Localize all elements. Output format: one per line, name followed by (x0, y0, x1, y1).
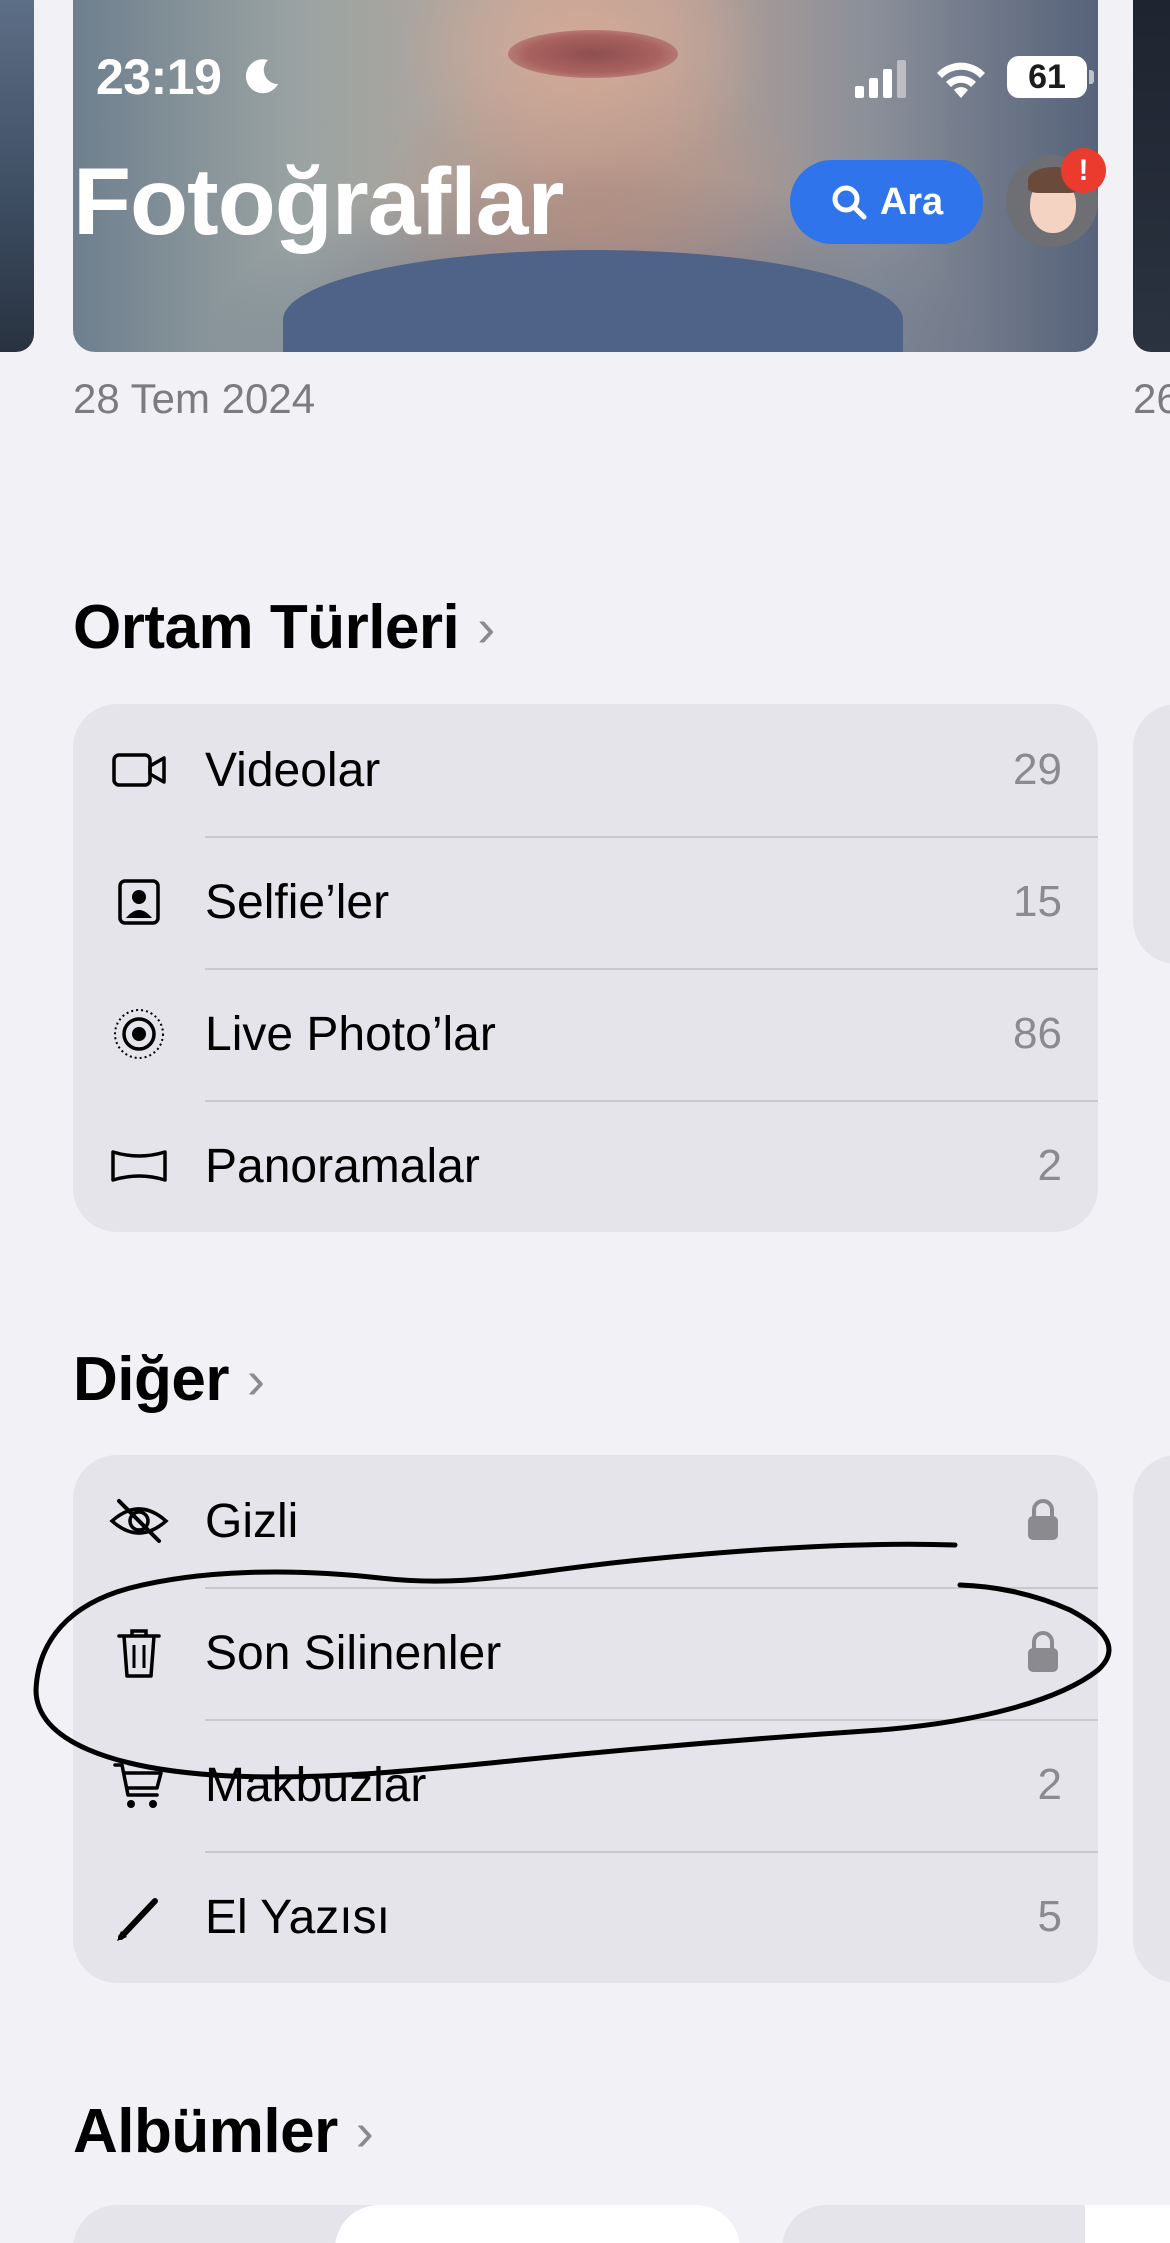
alert-badge: ! (1061, 148, 1106, 193)
list-item-label: Makbuzlar (205, 1758, 427, 1812)
list-item-label: Panoramalar (205, 1139, 480, 1193)
list-item-live-photos[interactable]: Live Photo’lar 86 (73, 968, 1098, 1100)
battery-level: 61 (1007, 56, 1087, 98)
list-item-panoramas[interactable]: Panoramalar 2 (73, 1100, 1098, 1232)
live-photo-icon (73, 968, 205, 1100)
list-item-label: Selfie’ler (205, 875, 390, 929)
other-list: Gizli Son Silinenler Makbuzlar 2 El Yazı… (73, 1455, 1098, 1983)
album-tile-cover (1085, 2205, 1170, 2243)
list-item-count: 29 (1013, 745, 1062, 794)
lock-icon (1026, 1497, 1098, 1546)
search-button[interactable]: Ara (790, 160, 983, 244)
list-item-label: Videolar (205, 743, 381, 797)
featured-date: 28 Tem 2024 (73, 375, 316, 422)
battery-icon: 61 (1007, 56, 1094, 98)
previous-photo-peek[interactable] (0, 0, 34, 352)
section-albums[interactable]: Albümler › (73, 2096, 374, 2167)
list-item-count: 2 (1037, 1760, 1062, 1809)
section-title: Diğer (73, 1345, 229, 1414)
list-item-handwriting[interactable]: El Yazısı 5 (73, 1851, 1098, 1983)
chevron-right-icon: › (355, 2101, 374, 2162)
list-item-videos[interactable]: Videolar 29 (73, 704, 1098, 836)
media-types-list: Videolar 29 Selfie’ler 15 Live Photo’lar… (73, 704, 1098, 1232)
search-icon (832, 185, 867, 220)
status-time: 23:19 (96, 49, 222, 105)
list-item-hidden[interactable]: Gizli (73, 1455, 1098, 1587)
photo-detail (508, 30, 678, 78)
section-media-types[interactable]: Ortam Türleri › (73, 592, 495, 663)
moon-icon (245, 59, 278, 94)
list-item-selfies[interactable]: Selfie’ler 15 (73, 836, 1098, 968)
list-item-receipts[interactable]: Makbuzlar 2 (73, 1719, 1098, 1851)
chevron-right-icon: › (477, 597, 495, 658)
battery-nub (1089, 70, 1094, 84)
search-button-label: Ara (879, 180, 944, 223)
list-item-label: Gizli (205, 1494, 299, 1548)
cellular-signal-icon (855, 60, 906, 98)
next-date-peek: 26 (1133, 375, 1170, 422)
page-title: Fotoğraflar (73, 149, 564, 255)
list-item-count: 5 (1037, 1892, 1062, 1941)
wifi-icon (937, 62, 985, 98)
section-title: Albümler (73, 2097, 338, 2166)
next-card-peek[interactable] (1133, 704, 1170, 964)
next-card-peek[interactable] (1133, 1455, 1170, 1983)
list-item-label: Son Silinenler (205, 1626, 502, 1680)
list-item-count: 2 (1037, 1141, 1062, 1190)
section-title: Ortam Türleri (73, 593, 460, 662)
cart-icon (73, 1719, 205, 1851)
album-tile-cover (335, 2205, 740, 2243)
lock-icon (1026, 1629, 1098, 1678)
video-camera-icon (73, 704, 205, 836)
selfie-portrait-icon (73, 836, 205, 968)
chevron-right-icon: › (246, 1349, 265, 1410)
list-item-recently-deleted[interactable]: Son Silinenler (73, 1587, 1098, 1719)
section-other[interactable]: Diğer › (73, 1344, 265, 1415)
list-item-count: 86 (1013, 1009, 1062, 1058)
pencil-icon (73, 1851, 205, 1983)
list-item-label: Live Photo’lar (205, 1007, 496, 1061)
list-item-count: 15 (1013, 877, 1062, 926)
panorama-icon (73, 1100, 205, 1232)
list-item-label: El Yazısı (205, 1890, 390, 1944)
next-photo-peek[interactable] (1133, 0, 1170, 352)
trash-icon (73, 1587, 205, 1719)
photo-detail (283, 250, 903, 352)
eye-slash-icon (73, 1455, 205, 1587)
